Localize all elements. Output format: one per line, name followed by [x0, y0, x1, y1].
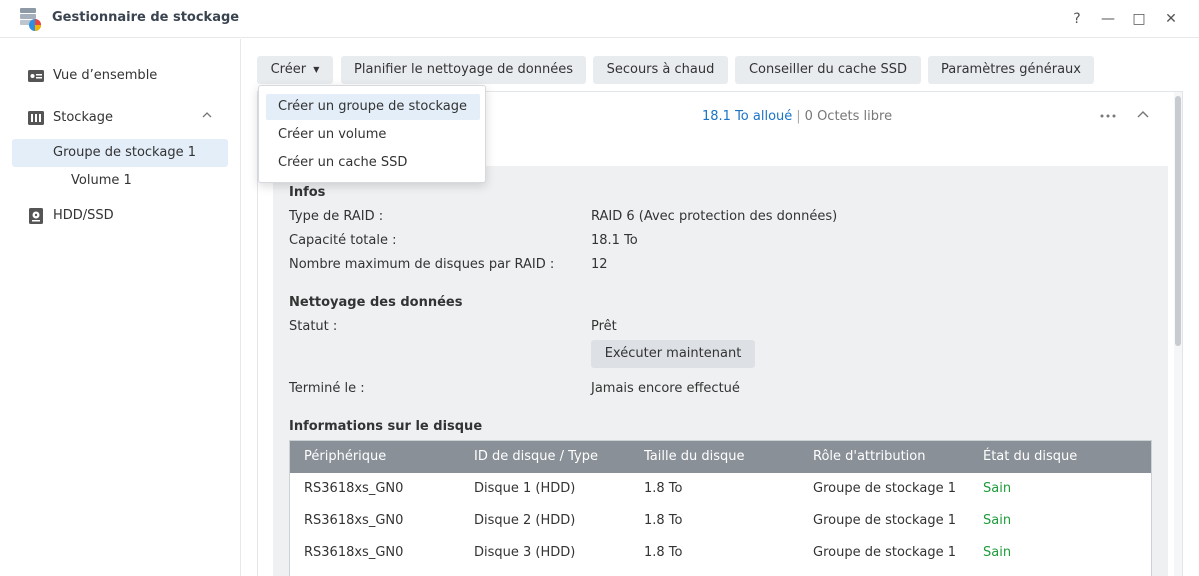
cell-status: Sain — [983, 545, 1012, 560]
cell-device: RS3618xs_GN0 — [304, 513, 404, 528]
cell-disk-size: 1.8 To — [644, 545, 683, 560]
create-dropdown-menu: Créer un groupe de stockage Créer un vol… — [258, 85, 486, 183]
hot-spare-button[interactable]: Secours à chaud — [593, 56, 728, 84]
sidebar-item-hdd-ssd[interactable]: HDD/SSD — [12, 202, 228, 230]
cell-disk-id: Disque 2 (HDD) — [474, 513, 576, 528]
table-row[interactable]: RS3618xs_GN0 Disque 1 (HDD) 1.8 To Group… — [290, 473, 1151, 505]
chevron-up-icon[interactable] — [202, 110, 212, 120]
finished-label: Terminé le : — [289, 381, 365, 396]
window-title: Gestionnaire de stockage — [52, 10, 240, 25]
sidebar-item-storage[interactable]: Stockage — [12, 104, 228, 132]
sidebar-item-overview[interactable]: Vue d’ensemble — [12, 62, 228, 90]
ssd-cache-advisor-button[interactable]: Conseiller du cache SSD — [735, 56, 921, 84]
column-header-device[interactable]: Périphérique — [304, 449, 386, 464]
sidebar-item-overview-label: Vue d’ensemble — [53, 68, 158, 83]
max-disks-value: 12 — [591, 257, 608, 272]
sidebar-item-volume[interactable]: Volume 1 — [12, 167, 228, 195]
sidebar-item-hdd-ssd-label: HDD/SSD — [53, 208, 114, 223]
menu-item-create-ssd-cache[interactable]: Créer un cache SSD — [266, 150, 480, 176]
create-button-label: Créer — [270, 62, 307, 77]
column-header-role[interactable]: Rôle d'attribution — [813, 449, 925, 464]
hdd-icon — [29, 208, 43, 224]
scrub-status-value: Prêt — [591, 319, 617, 334]
cell-device: RS3618xs_GN0 — [304, 481, 404, 496]
sidebar: Vue d’ensemble Stockage Groupe de stocka… — [0, 39, 241, 576]
cell-disk-id: Disque 1 (HDD) — [474, 481, 576, 496]
storage-icon — [28, 111, 44, 125]
raid-type-label: Type de RAID : — [289, 209, 384, 224]
close-button[interactable]: ✕ — [1160, 8, 1182, 30]
create-button[interactable]: Créer ▼ — [257, 56, 333, 84]
max-disks-label: Nombre maximum de disques par RAID : — [289, 257, 555, 272]
menu-item-create-volume[interactable]: Créer un volume — [266, 122, 480, 148]
capacity-summary: 18.1 To alloué | 0 Octets libre — [702, 109, 892, 124]
table-header: Périphérique ID de disque / Type Taille … — [290, 441, 1151, 473]
sidebar-item-storage-label: Stockage — [53, 110, 113, 125]
sidebar-item-volume-label: Volume 1 — [71, 173, 132, 188]
disk-info-section-title: Informations sur le disque — [289, 419, 483, 434]
raid-type-value: RAID 6 (Avec protection des données) — [591, 209, 838, 224]
cell-disk-size: 1.8 To — [644, 513, 683, 528]
collapse-chevron-up-icon[interactable] — [1136, 108, 1150, 122]
cell-role: Groupe de stockage 1 — [813, 481, 956, 496]
info-section-title: Infos — [289, 185, 326, 200]
menu-item-create-storage-pool[interactable]: Créer un groupe de stockage — [266, 94, 480, 120]
title-bar: Gestionnaire de stockage ? — □ ✕ — [0, 0, 1199, 38]
cell-status: Sain — [983, 513, 1012, 528]
summary-separator: | — [796, 109, 801, 124]
cell-disk-id: Disque 3 (HDD) — [474, 545, 576, 560]
minimize-button[interactable]: — — [1097, 8, 1119, 30]
maximize-button[interactable]: □ — [1128, 8, 1150, 30]
sidebar-item-storage-pool[interactable]: Groupe de stockage 1 — [12, 139, 228, 167]
table-row[interactable]: RS3618xs_GN0 Disque 3 (HDD) 1.8 To Group… — [290, 537, 1151, 569]
table-row[interactable]: RS3618xs_GN0 Disque 2 (HDD) 1.8 To Group… — [290, 505, 1151, 537]
free-capacity: 0 Octets libre — [804, 109, 893, 124]
cell-device: RS3618xs_GN0 — [304, 545, 404, 560]
scrollbar-thumb[interactable] — [1175, 96, 1181, 346]
cell-role: Groupe de stockage 1 — [813, 513, 956, 528]
column-header-disk-size[interactable]: Taille du disque — [644, 449, 744, 464]
overview-icon — [28, 70, 44, 82]
total-capacity-value: 18.1 To — [591, 233, 638, 248]
sidebar-item-storage-pool-label: Groupe de stockage 1 — [53, 145, 196, 160]
scrub-status-label: Statut : — [289, 319, 338, 334]
schedule-scrubbing-button[interactable]: Planifier le nettoyage de données — [341, 56, 586, 84]
column-header-status[interactable]: État du disque — [983, 449, 1077, 464]
total-capacity-label: Capacité totale : — [289, 233, 397, 248]
allocated-capacity: 18.1 To alloué — [702, 109, 793, 124]
cell-status: Sain — [983, 481, 1012, 496]
cell-role: Groupe de stockage 1 — [813, 545, 956, 560]
finished-value: Jamais encore effectué — [591, 381, 740, 396]
caret-down-icon: ▼ — [313, 65, 320, 74]
scrubbing-section-title: Nettoyage des données — [289, 295, 463, 310]
more-options-icon[interactable] — [1098, 106, 1118, 126]
cell-disk-size: 1.8 To — [644, 481, 683, 496]
help-button[interactable]: ? — [1066, 8, 1088, 30]
column-header-disk-id[interactable]: ID de disque / Type — [474, 449, 598, 464]
global-settings-button[interactable]: Paramètres généraux — [928, 56, 1094, 84]
run-now-button[interactable]: Exécuter maintenant — [591, 340, 755, 368]
storage-manager-app-icon — [20, 8, 41, 31]
disk-info-table: Périphérique ID de disque / Type Taille … — [289, 440, 1152, 576]
